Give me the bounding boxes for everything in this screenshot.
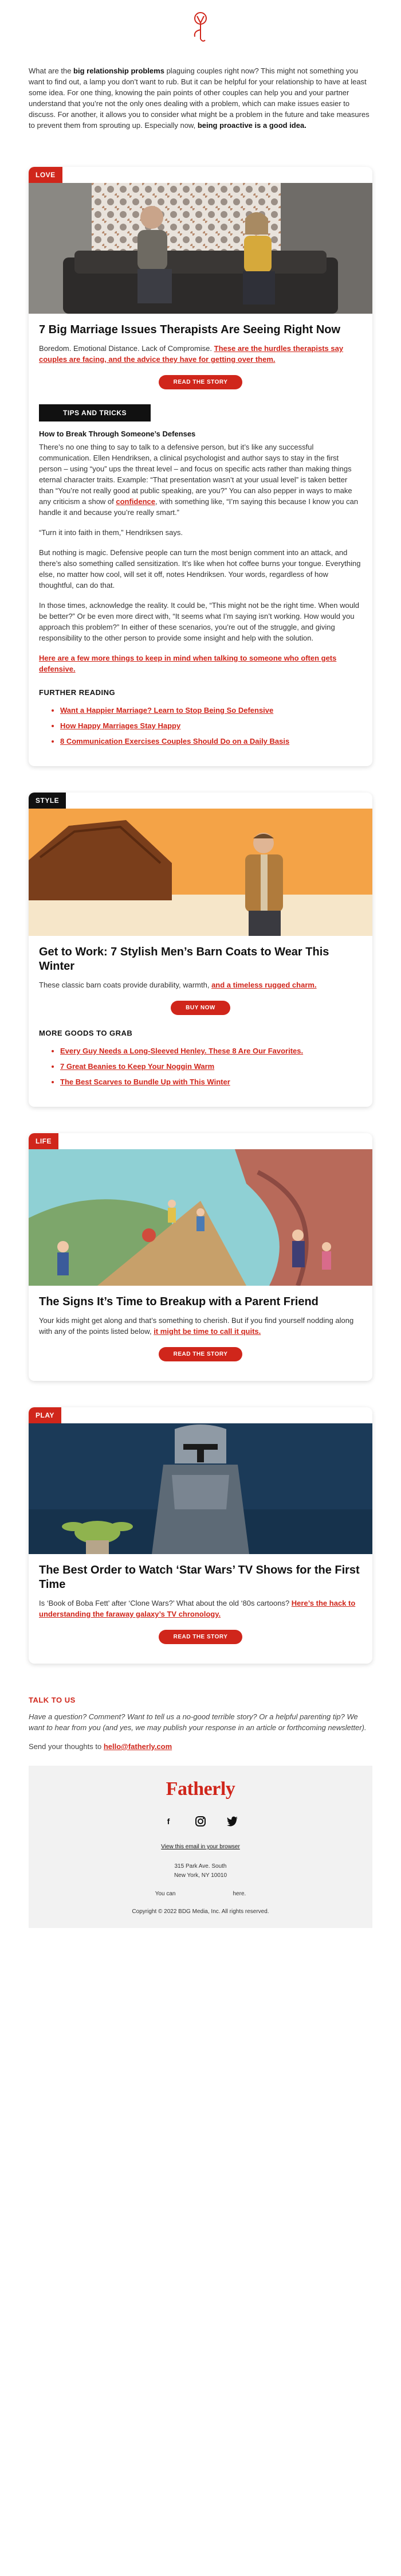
tips-heading: How to Break Through Someone’s Defenses bbox=[39, 430, 196, 438]
list-item: Want a Happier Marriage? Learn to Stop B… bbox=[60, 705, 362, 716]
life-lead-link[interactable]: it might be time to call it quits. bbox=[154, 1327, 261, 1336]
play-hero-image[interactable] bbox=[29, 1423, 372, 1554]
list-item: 7 Great Beanies to Keep Your Noggin Warm bbox=[60, 1061, 362, 1072]
buy-now-button[interactable]: BUY NOW bbox=[171, 1001, 230, 1015]
parents-and-kids-illustration bbox=[29, 1149, 372, 1286]
facebook-icon[interactable]: f bbox=[162, 1815, 175, 1828]
talk-body: Have a question? Comment? Want to tell u… bbox=[29, 1712, 367, 1732]
list-item: Every Guy Needs a Long-Sleeved Henley. T… bbox=[60, 1045, 362, 1056]
section-tag-love: LOVE bbox=[29, 167, 62, 183]
further-reading-list: Want a Happier Marriage? Learn to Stop B… bbox=[29, 701, 372, 747]
intro-paragraph: What are the big relationship problems p… bbox=[0, 55, 401, 167]
love-headline[interactable]: 7 Big Marriage Issues Therapists Are See… bbox=[29, 314, 372, 343]
style-lead-link[interactable]: and a timeless rugged charm. bbox=[211, 981, 317, 989]
intro-text-2: plaguing couples right now? This might n… bbox=[29, 67, 369, 130]
footer-brand-logo[interactable]: Fatherly bbox=[29, 1778, 372, 1800]
tips-paragraph-2: “Turn it into faith in them,” Hendriksen… bbox=[39, 528, 183, 537]
mandalorian-illustration bbox=[29, 1423, 372, 1554]
style-button-row: BUY NOW bbox=[29, 990, 372, 1024]
play-read-story-button[interactable]: READ THE STORY bbox=[158, 1630, 243, 1644]
more-goods-list: Every Guy Needs a Long-Sleeved Henley. T… bbox=[29, 1042, 372, 1087]
talk-heading: TALK TO US bbox=[29, 1696, 76, 1704]
further-reading-link[interactable]: Want a Happier Marriage? Learn to Stop B… bbox=[60, 706, 273, 715]
address-line-2: New York, NY 10010 bbox=[174, 1872, 227, 1879]
play-button-row: READ THE STORY bbox=[29, 1619, 372, 1664]
confidence-link[interactable]: confidence bbox=[116, 497, 155, 506]
life-lead: Your kids might get along and that’s som… bbox=[29, 1315, 372, 1337]
browser-link-row: View this email in your browser bbox=[29, 1843, 372, 1852]
twitter-icon[interactable] bbox=[226, 1815, 239, 1828]
life-button-row: READ THE STORY bbox=[29, 1337, 372, 1381]
style-lead-text: These classic barn coats provide durabil… bbox=[39, 981, 212, 989]
love-lead: Boredom. Emotional Distance. Lack of Com… bbox=[29, 343, 372, 365]
barn-coat-illustration bbox=[29, 809, 372, 936]
email-root: What are the big relationship problems p… bbox=[0, 0, 401, 1928]
talk-send: Send your thoughts to hello@fatherly.com bbox=[29, 1741, 372, 1752]
further-reading-heading: FURTHER READING bbox=[39, 688, 116, 697]
copyright: Copyright © 2022 BDG Media, Inc. All rig… bbox=[132, 1908, 269, 1915]
list-item: The Best Scarves to Bundle Up with This … bbox=[60, 1076, 362, 1087]
tips-p1-text: There’s no one thing to say to talk to a… bbox=[39, 443, 352, 506]
life-card: LIFE The Signs It’s Time to Breakup with… bbox=[29, 1133, 372, 1381]
play-lead: Is ‘Book of Boba Fett’ after ‘Clone Wars… bbox=[29, 1598, 372, 1619]
instagram-icon[interactable] bbox=[194, 1815, 207, 1828]
intro-bold-2: being proactive is a good idea. bbox=[197, 121, 306, 130]
style-headline[interactable]: Get to Work: 7 Stylish Men’s Barn Coats … bbox=[29, 936, 372, 979]
section-tag-play: PLAY bbox=[29, 1407, 61, 1423]
play-headline[interactable]: The Best Order to Watch ‘Star Wars’ TV S… bbox=[29, 1554, 372, 1598]
love-card: LOVE 7 Big Marriage Issues Therapists Ar… bbox=[29, 167, 372, 766]
play-lead-text: Is ‘Book of Boba Fett’ after ‘Clone Wars… bbox=[39, 1599, 292, 1607]
intro-text-1: What are the bbox=[29, 67, 74, 75]
style-card: STYLE Get to Work: 7 Stylish Men’s Barn … bbox=[29, 793, 372, 1107]
further-reading-link[interactable]: 8 Communication Exercises Couples Should… bbox=[60, 737, 289, 746]
play-card: PLAY The Best Order to Watch ‘Star Wars’… bbox=[29, 1407, 372, 1664]
life-hero-image[interactable] bbox=[29, 1149, 372, 1286]
social-links: f bbox=[29, 1815, 372, 1828]
list-item: 8 Communication Exercises Couples Should… bbox=[60, 736, 362, 747]
tips-more-link-paragraph: Here are a few more things to keep in mi… bbox=[29, 653, 372, 674]
style-lead: These classic barn coats provide durabil… bbox=[29, 979, 372, 990]
tips-paragraph-1: There’s no one thing to say to talk to a… bbox=[29, 442, 372, 518]
love-hero-image[interactable] bbox=[29, 183, 372, 314]
talk-to-us-section: TALK TO US Have a question? Comment? Wan… bbox=[0, 1690, 401, 1752]
life-read-story-button[interactable]: READ THE STORY bbox=[158, 1347, 243, 1361]
address-block: 315 Park Ave. South New York, NY 10010 bbox=[29, 1862, 372, 1880]
further-reading-link[interactable]: How Happy Marriages Stay Happy bbox=[60, 721, 180, 730]
intro-bold-1: big relationship problems bbox=[73, 67, 164, 75]
love-button-row: READ THE STORY bbox=[29, 365, 372, 399]
tips-more-link[interactable]: Here are a few more things to keep in mi… bbox=[39, 654, 336, 673]
more-goods-link[interactable]: Every Guy Needs a Long-Sleeved Henley. T… bbox=[60, 1047, 303, 1055]
tips-and-tricks-tag: TIPS AND TRICKS bbox=[39, 404, 151, 421]
love-lead-text: Boredom. Emotional Distance. Lack of Com… bbox=[39, 344, 214, 353]
life-headline[interactable]: The Signs It’s Time to Breakup with a Pa… bbox=[29, 1286, 372, 1315]
unsubscribe-text-left: You can bbox=[155, 1891, 176, 1897]
style-hero-image[interactable] bbox=[29, 809, 372, 936]
fatherly-logo-icon bbox=[194, 12, 207, 42]
unsubscribe-text-right: here. bbox=[233, 1891, 246, 1897]
section-tag-style: STYLE bbox=[29, 793, 66, 809]
love-read-story-button[interactable]: READ THE STORY bbox=[158, 375, 243, 389]
tips-paragraph-3: But nothing is magic. Defensive people c… bbox=[39, 548, 361, 590]
unsubscribe-row: You can here. bbox=[29, 1891, 372, 1897]
view-in-browser-link[interactable]: View this email in your browser bbox=[161, 1844, 240, 1850]
more-goods-heading: MORE GOODS TO GRAB bbox=[39, 1029, 133, 1037]
couple-on-couch-illustration bbox=[29, 183, 372, 314]
more-goods-link[interactable]: The Best Scarves to Bundle Up with This … bbox=[60, 1078, 230, 1086]
header-logo[interactable] bbox=[0, 0, 401, 55]
email-link[interactable]: hello@fatherly.com bbox=[104, 1742, 172, 1751]
address-line-1: 315 Park Ave. South bbox=[174, 1863, 227, 1869]
tips-paragraph-4: In those times, acknowledge the reality.… bbox=[39, 601, 360, 642]
more-goods-link[interactable]: 7 Great Beanies to Keep Your Noggin Warm bbox=[60, 1062, 214, 1071]
section-tag-life: LIFE bbox=[29, 1133, 58, 1149]
talk-send-text: Send your thoughts to bbox=[29, 1742, 104, 1751]
footer: Fatherly f View this email in your brows… bbox=[29, 1766, 372, 1928]
list-item: How Happy Marriages Stay Happy bbox=[60, 720, 362, 731]
